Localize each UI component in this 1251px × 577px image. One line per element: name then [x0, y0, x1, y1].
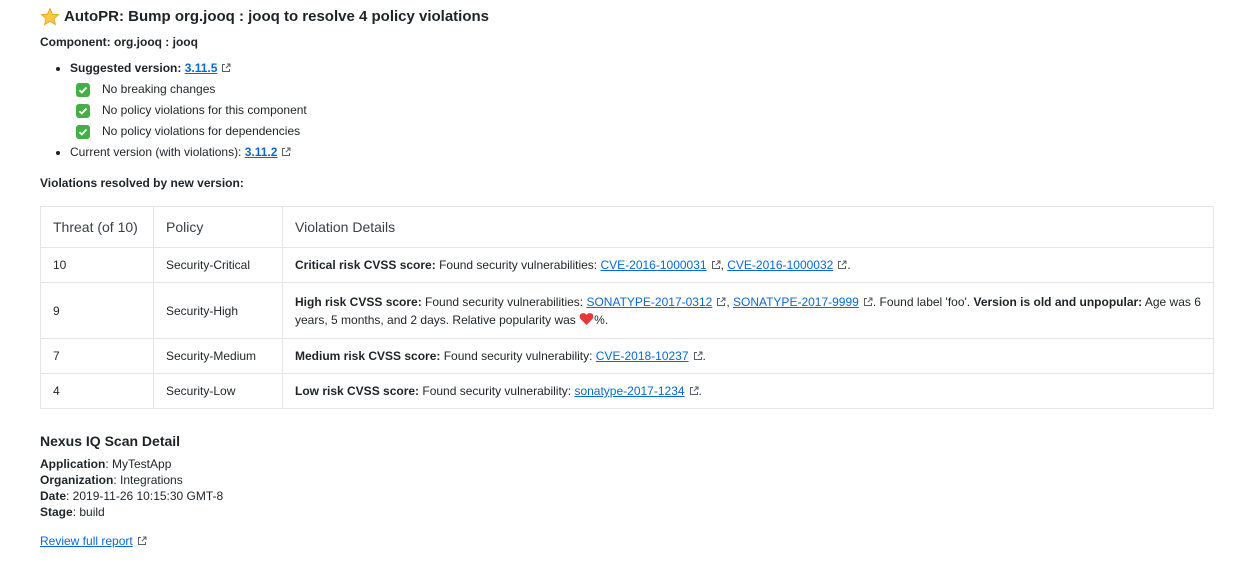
- check-text: No policy violations for dependencies: [102, 124, 301, 138]
- vulnerability-link[interactable]: SONATYPE-2017-0312: [586, 295, 712, 309]
- external-link-icon[interactable]: [863, 294, 873, 306]
- organization-value: : Integrations: [113, 473, 183, 487]
- vulnerability-link[interactable]: SONATYPE-2017-9999: [733, 295, 859, 309]
- column-header-threat: Threat (of 10): [40, 206, 154, 248]
- details-text: Found security vulnerabilities:: [435, 258, 601, 272]
- application-label: Application: [40, 457, 106, 471]
- threat-cell: 4: [40, 373, 154, 409]
- details-end: %.: [594, 312, 609, 327]
- violations-heading: Violations resolved by new version:: [40, 176, 244, 190]
- version-list: Suggested version: 3.11.5 No breaking ch…: [40, 58, 1214, 163]
- current-version-label: Current version (with violations):: [70, 145, 245, 159]
- age-label: Version is old and unpopular:: [973, 294, 1143, 309]
- external-link-icon[interactable]: [689, 383, 699, 395]
- check-mark-icon: [76, 103, 90, 118]
- check-item: No breaking changes: [76, 79, 1214, 100]
- details-cell: Low risk CVSS score: Found security vuln…: [282, 373, 1214, 409]
- risk-label: Medium risk CVSS score:: [295, 349, 441, 363]
- details-end: .: [702, 349, 706, 363]
- stage-value: : build: [72, 505, 105, 519]
- details-cell: High risk CVSS score: Found security vul…: [282, 282, 1214, 339]
- autopr-comment: AutoPR: Bump org.jooq : jooq to resolve …: [40, 6, 1214, 548]
- stage-row: Stage: build: [40, 504, 1214, 520]
- details-text: . Found label 'foo'.: [872, 294, 974, 309]
- title-text: AutoPR: Bump org.jooq : jooq to resolve …: [64, 8, 490, 25]
- review-full-report-link[interactable]: Review full report: [40, 534, 133, 548]
- policy-cell: Security-Medium: [153, 338, 283, 374]
- risk-label: High risk CVSS score:: [295, 294, 422, 309]
- risk-label: Low risk CVSS score:: [295, 384, 420, 398]
- vulnerability-link[interactable]: sonatype-2017-1234: [574, 384, 684, 398]
- check-mark-icon: [76, 124, 90, 139]
- nexus-scan-detail: Nexus IQ Scan Detail Application: MyTest…: [40, 432, 1214, 548]
- vulnerability-link[interactable]: CVE-2016-1000032: [727, 258, 833, 272]
- details-text: Found security vulnerabilities:: [421, 294, 587, 309]
- suggested-version-item: Suggested version: 3.11.5 No breaking ch…: [70, 58, 1214, 142]
- policy-cell: Security-High: [153, 282, 283, 339]
- table-row: 4 Security-Low Low risk CVSS score: Foun…: [40, 373, 1214, 409]
- organization-label: Organization: [40, 473, 114, 487]
- details-text: Found security vulnerability:: [440, 349, 596, 363]
- threat-cell: 7: [40, 338, 154, 374]
- violations-table: Threat (of 10) Policy Violation Details …: [40, 206, 1214, 409]
- column-header-policy: Policy: [153, 206, 283, 248]
- star-icon: [40, 7, 60, 27]
- table-row: 9 Security-High High risk CVSS score: Fo…: [40, 282, 1214, 339]
- threat-cell: 9: [40, 282, 154, 339]
- suggested-checks: No breaking changes No policy violations…: [70, 79, 1214, 142]
- review-row: Review full report: [40, 534, 1214, 548]
- current-version-item: Current version (with violations): 3.11.…: [70, 142, 1214, 163]
- risk-label: Critical risk CVSS score:: [295, 258, 436, 272]
- current-version-link[interactable]: 3.11.2: [245, 145, 278, 159]
- external-link-icon[interactable]: [221, 59, 231, 72]
- threat-cell: 10: [40, 247, 154, 283]
- date-label: Date: [40, 489, 67, 503]
- component-line: Component: org.jooq : jooq: [40, 35, 198, 49]
- check-mark-icon: [76, 82, 90, 97]
- application-value: : MyTestApp: [105, 457, 172, 471]
- policy-cell: Security-Low: [153, 373, 283, 409]
- details-cell: Critical risk CVSS score: Found security…: [282, 247, 1214, 283]
- application-row: Application: MyTestApp: [40, 456, 1214, 472]
- vulnerability-link[interactable]: CVE-2018-10237: [596, 349, 689, 363]
- column-header-details: Violation Details: [282, 206, 1214, 248]
- separator: ,: [726, 294, 733, 309]
- check-item: No policy violations for this component: [76, 100, 1214, 121]
- details-end: .: [847, 258, 851, 272]
- date-row: Date: 2019-11-26 10:15:30 GMT-8: [40, 488, 1214, 504]
- details-end: .: [698, 384, 702, 398]
- date-value: : 2019-11-26 10:15:30 GMT-8: [66, 489, 224, 503]
- table-header-row: Threat (of 10) Policy Violation Details: [40, 206, 1214, 248]
- check-text: No breaking changes: [102, 82, 216, 96]
- details-text: Found security vulnerability:: [419, 384, 575, 398]
- table-row: 10 Security-Critical Critical risk CVSS …: [40, 247, 1214, 283]
- external-link-icon[interactable]: [716, 294, 726, 306]
- external-link-icon[interactable]: [711, 257, 721, 269]
- suggested-version-label: Suggested version:: [70, 61, 185, 75]
- organization-row: Organization: Integrations: [40, 472, 1214, 488]
- external-link-icon[interactable]: [837, 257, 847, 269]
- policy-cell: Security-Critical: [153, 247, 283, 283]
- table-row: 7 Security-Medium Medium risk CVSS score…: [40, 338, 1214, 374]
- external-link-icon[interactable]: [137, 535, 147, 545]
- stage-label: Stage: [40, 505, 73, 519]
- check-text: No policy violations for this component: [102, 103, 307, 117]
- nexus-title: Nexus IQ Scan Detail: [40, 433, 181, 449]
- page-title: AutoPR: Bump org.jooq : jooq to resolve …: [40, 6, 1214, 28]
- details-cell: Medium risk CVSS score: Found security v…: [282, 338, 1214, 374]
- check-item: No policy violations for dependencies: [76, 121, 1214, 142]
- vulnerability-link[interactable]: CVE-2016-1000031: [600, 258, 706, 272]
- suggested-version-link[interactable]: 3.11.5: [185, 61, 218, 75]
- external-link-icon[interactable]: [281, 143, 291, 156]
- external-link-icon[interactable]: [693, 348, 703, 360]
- heart-icon: [579, 312, 594, 326]
- scan-details: Application: MyTestApp Organization: Int…: [40, 456, 1214, 520]
